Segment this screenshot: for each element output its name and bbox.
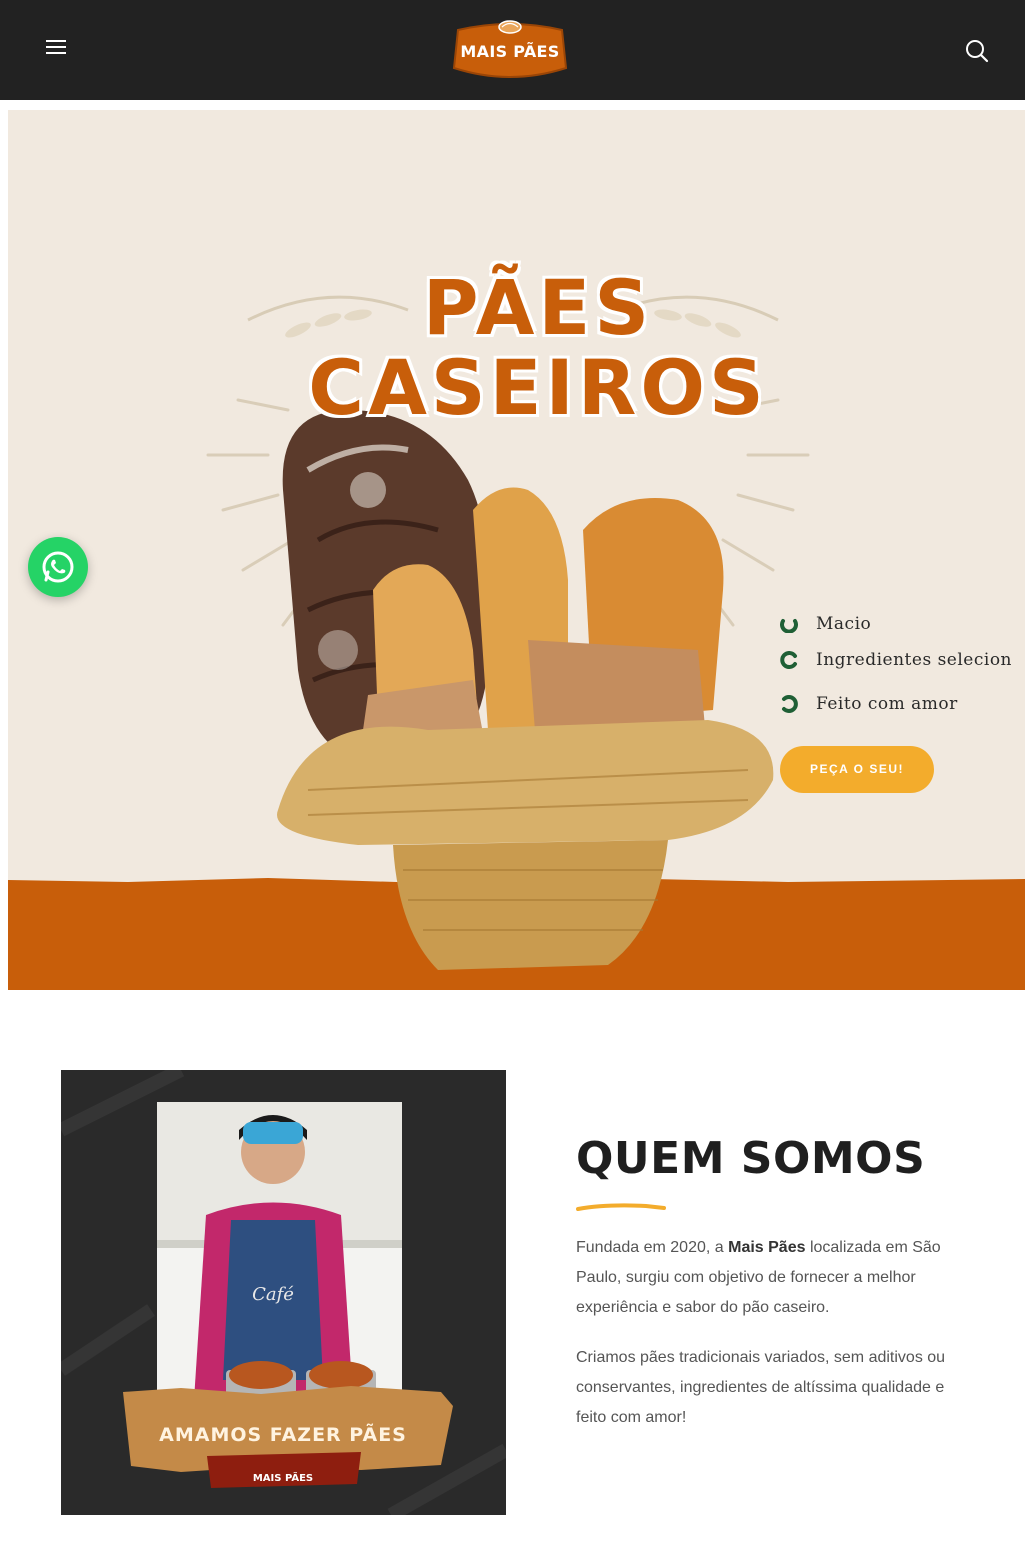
- whatsapp-icon: [42, 551, 74, 583]
- order-cta-button[interactable]: PEÇA O SEU!: [780, 746, 934, 793]
- title-underline: [576, 1203, 666, 1211]
- hero-section: PÃES CASEIROS Macio Ingredientes selecio…: [8, 110, 1025, 990]
- hero-artwork: [8, 295, 1025, 990]
- search-icon: [966, 40, 989, 63]
- about-photo: Café AMAMOS FAZER PÃES MAIS PÃES: [61, 1070, 506, 1515]
- hero-title-line2: CASEIROS: [308, 343, 768, 432]
- about-paragraph-1: Fundada em 2020, a Mais Pães localizada …: [576, 1239, 941, 1316]
- site-header: MAIS PÃES: [0, 0, 1025, 100]
- check-circle-icon: [780, 619, 798, 633]
- hero-title-line1: PÃES: [422, 263, 654, 352]
- hamburger-icon: [46, 40, 66, 42]
- logo-text: MAIS PÃES: [460, 42, 560, 61]
- about-paragraph-2: Criamos pães tradicionais variados, sem …: [576, 1349, 946, 1426]
- check-circle-icon: [780, 651, 797, 669]
- search-button[interactable]: [962, 36, 992, 66]
- menu-button[interactable]: [44, 40, 68, 60]
- check-circle-icon: [782, 695, 798, 713]
- photo-logo-text: MAIS PÃES: [253, 1471, 313, 1484]
- site-logo[interactable]: MAIS PÃES: [452, 16, 568, 84]
- photo-banner-text: AMAMOS FAZER PÃES: [159, 1422, 407, 1446]
- team-photo: Café AMAMOS FAZER PÃES MAIS PÃES: [61, 1070, 506, 1515]
- about-title: QUEM SOMOS: [576, 1133, 926, 1184]
- whatsapp-button[interactable]: [28, 537, 88, 597]
- apron-text: Café: [252, 1284, 294, 1305]
